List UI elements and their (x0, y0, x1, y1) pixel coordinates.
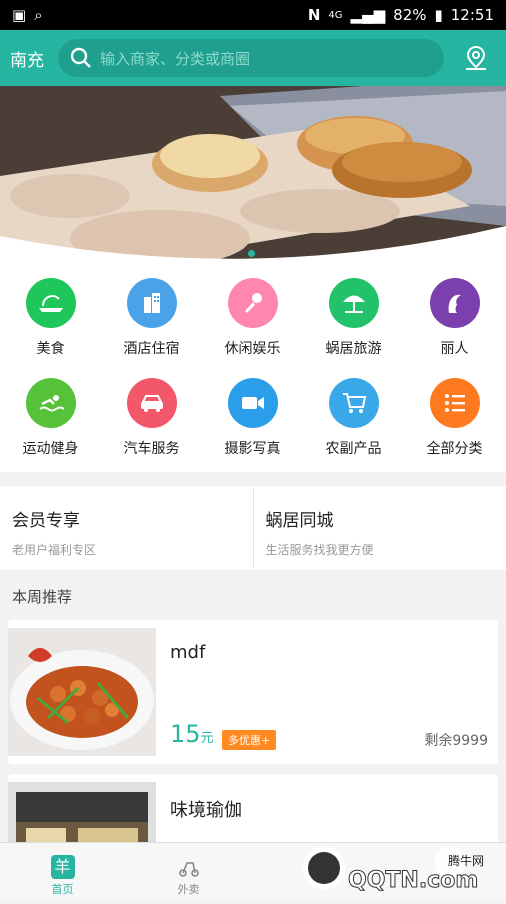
carousel-indicator[interactable] (248, 250, 255, 257)
section-title: 本周推荐 (12, 586, 72, 607)
tab-label: 首页 (12, 881, 113, 897)
tab-label: 外卖 (138, 881, 239, 897)
watermark: 腾牛网 QQTN.com (300, 842, 506, 900)
category-beauty[interactable]: 丽人 (404, 264, 505, 358)
listing-image (8, 628, 156, 756)
discount-badge[interactable]: 多优惠+ (222, 730, 276, 750)
listing-name: 味境瑜伽 (170, 796, 242, 822)
tab-takeout[interactable]: 外卖 (138, 843, 239, 897)
search-status-icon: ⌕ (34, 6, 42, 24)
category-label: 农副产品 (303, 438, 404, 458)
status-bar: ▣ ⌕ N 4G ▂▄▆ 82% ▮ 12:51 (0, 0, 506, 30)
category-grid: 美食 酒店住宿 休闲娱乐 蜗居旅游 丽人 运动健身 汽车服务 摄影写真 农副产品… (0, 264, 506, 472)
category-hotel[interactable]: 酒店住宿 (101, 264, 202, 358)
category-car[interactable]: 汽车服务 (101, 364, 202, 458)
promo-title: 蜗居同城 (266, 506, 495, 531)
beauty-icon (430, 278, 480, 328)
food-icon (26, 278, 76, 328)
promo-member[interactable]: 会员专享 老用户福利专区 (0, 486, 254, 570)
swim-icon (26, 378, 76, 428)
microphone-icon (228, 278, 278, 328)
category-travel[interactable]: 蜗居旅游 (303, 264, 404, 358)
search-placeholder: 输入商家、分类或商圈 (100, 48, 250, 69)
location-pin-icon[interactable] (462, 44, 490, 72)
battery-icon: ▮ (435, 6, 443, 24)
search-input[interactable]: 输入商家、分类或商圈 (58, 39, 444, 77)
camera-icon (228, 378, 278, 428)
signal-icon: ▂▄▆ (351, 6, 386, 24)
category-label: 酒店住宿 (101, 338, 202, 358)
car-icon (127, 378, 177, 428)
clock: 12:51 (451, 6, 494, 24)
category-label: 摄影写真 (202, 438, 303, 458)
listing-name: mdf (170, 642, 205, 663)
watermark-domain: QQTN.com (348, 868, 478, 893)
promo-local[interactable]: 蜗居同城 生活服务找我更方便 (254, 486, 506, 570)
category-label: 全部分类 (404, 438, 505, 458)
scooter-icon (177, 855, 201, 879)
price-unit: 元 (201, 731, 214, 746)
watermark-brand: 腾牛网 (448, 852, 484, 869)
promo-title: 会员专享 (12, 506, 241, 531)
category-sports[interactable]: 运动健身 (0, 364, 101, 458)
nfc-icon: N (308, 6, 321, 24)
image-icon: ▣ (12, 6, 26, 24)
home-icon: 羊 (51, 855, 75, 879)
banner-carousel[interactable] (0, 86, 506, 264)
umbrella-icon (329, 278, 379, 328)
category-all[interactable]: 全部分类 (404, 364, 505, 458)
category-label: 蜗居旅游 (303, 338, 404, 358)
hotel-icon (127, 278, 177, 328)
category-leisure[interactable]: 休闲娱乐 (202, 264, 303, 358)
battery-percent: 82% (393, 6, 426, 24)
category-label: 休闲娱乐 (202, 338, 303, 358)
cart-icon (329, 378, 379, 428)
category-food[interactable]: 美食 (0, 264, 101, 358)
category-label: 运动健身 (0, 438, 101, 458)
listing-card[interactable]: mdf 15元 多优惠+ 剩余9999 (8, 620, 498, 764)
promo-subtitle: 老用户福利专区 (12, 541, 241, 558)
top-bar: 南充 输入商家、分类或商圈 (0, 30, 506, 86)
category-label: 汽车服务 (101, 438, 202, 458)
category-label: 丽人 (404, 338, 505, 358)
banner-image (0, 86, 506, 264)
listing-price: 15元 (170, 720, 214, 748)
category-photo[interactable]: 摄影写真 (202, 364, 303, 458)
tab-home[interactable]: 羊 首页 (12, 843, 113, 897)
list-icon (430, 378, 480, 428)
network-type: 4G (328, 10, 342, 21)
stock-remaining: 剩余9999 (424, 730, 488, 750)
promo-subtitle: 生活服务找我更方便 (266, 541, 495, 558)
category-label: 美食 (0, 338, 101, 358)
search-icon (70, 47, 92, 69)
city-selector[interactable]: 南充 (10, 46, 50, 71)
category-farm[interactable]: 农副产品 (303, 364, 404, 458)
promo-section: 会员专享 老用户福利专区 蜗居同城 生活服务找我更方便 (0, 486, 506, 570)
